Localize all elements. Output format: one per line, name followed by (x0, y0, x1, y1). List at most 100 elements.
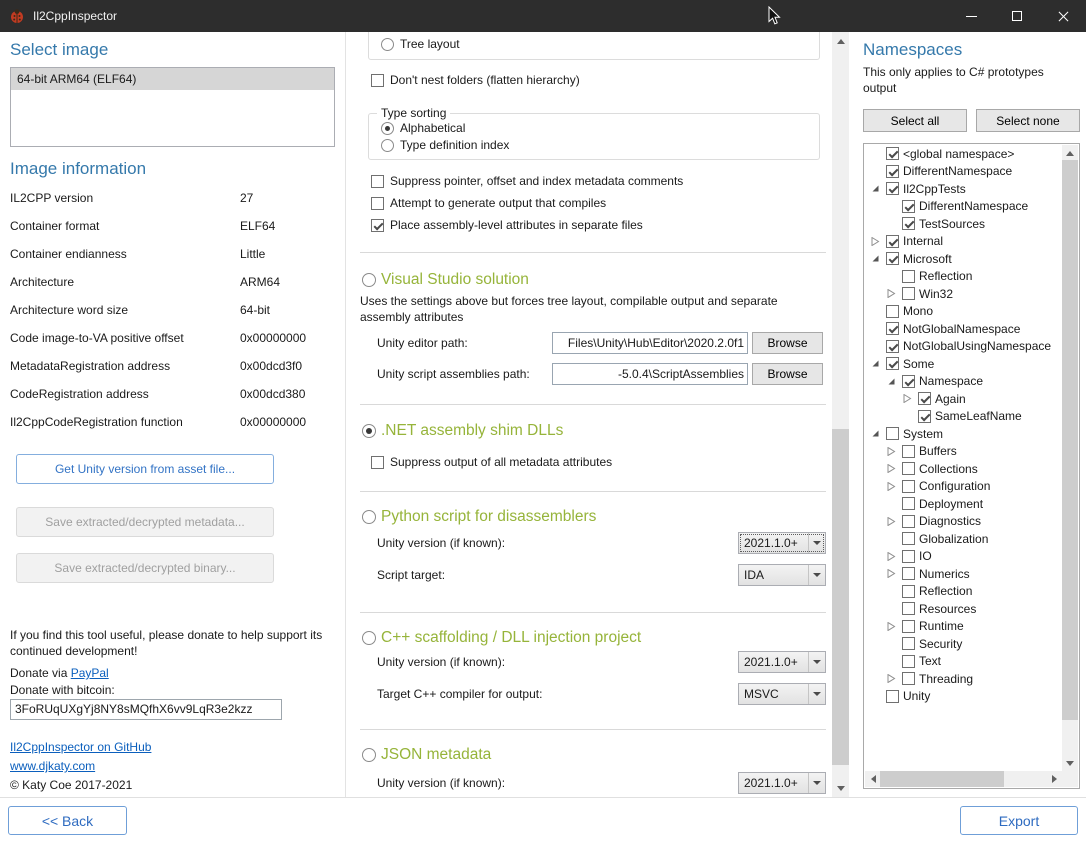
browse-editor-path-button[interactable]: Browse (752, 332, 823, 354)
json-metadata-heading[interactable]: JSON metadata (381, 746, 491, 764)
close-button[interactable] (1040, 0, 1086, 32)
tree-item[interactable]: Threading (865, 670, 1062, 688)
script-target-select[interactable]: IDA (738, 564, 826, 586)
namespace-checkbox[interactable] (902, 672, 915, 685)
scroll-down-icon[interactable] (1062, 756, 1078, 771)
namespace-checkbox[interactable] (918, 410, 931, 423)
scrollbar-track[interactable] (1062, 160, 1078, 756)
dotnet-shim-radio[interactable] (362, 424, 376, 438)
namespace-checkbox[interactable] (902, 567, 915, 580)
tree-item[interactable]: Deployment (865, 495, 1062, 513)
scrollbar-thumb[interactable] (880, 771, 1004, 787)
scrollbar-track[interactable] (880, 771, 1047, 787)
tree-expander-collapsed-icon[interactable] (887, 551, 902, 561)
tree-item[interactable]: Microsoft (865, 250, 1062, 268)
image-listbox[interactable]: 64-bit ARM64 (ELF64) (10, 67, 335, 147)
namespace-checkbox[interactable] (902, 375, 915, 388)
tree-expander-expanded-icon[interactable] (871, 184, 886, 194)
tree-item[interactable]: IO (865, 548, 1062, 566)
namespace-checkbox[interactable] (886, 147, 899, 160)
namespace-checkbox[interactable] (886, 322, 899, 335)
tree-item[interactable]: Win32 (865, 285, 1062, 303)
namespace-checkbox[interactable] (886, 305, 899, 318)
image-list-item[interactable]: 64-bit ARM64 (ELF64) (11, 68, 334, 90)
scroll-up-icon[interactable] (832, 32, 849, 49)
type-definition-index-radio[interactable] (381, 139, 394, 152)
unity-script-assemblies-path-input[interactable]: -5.0.4\ScriptAssemblies (552, 363, 748, 385)
tree-item[interactable]: Collections (865, 460, 1062, 478)
tree-expander-collapsed-icon[interactable] (887, 621, 902, 631)
tree-item[interactable]: Buffers (865, 443, 1062, 461)
tree-item[interactable]: Numerics (865, 565, 1062, 583)
tree-item[interactable]: Unity (865, 688, 1062, 706)
namespace-checkbox[interactable] (886, 182, 899, 195)
tree-item[interactable]: NotGlobalNamespace (865, 320, 1062, 338)
cpp-compiler-select[interactable]: MSVC (738, 683, 826, 705)
scroll-left-icon[interactable] (865, 771, 880, 786)
tree-expander-collapsed-icon[interactable] (887, 289, 902, 299)
export-button[interactable]: Export (960, 806, 1078, 835)
namespace-checkbox[interactable] (902, 620, 915, 633)
option-checkbox[interactable] (371, 197, 384, 210)
tree-item[interactable]: Globalization (865, 530, 1062, 548)
tree-item[interactable]: Reflection (865, 583, 1062, 601)
tree-item[interactable]: System (865, 425, 1062, 443)
save-metadata-button[interactable]: Save extracted/decrypted metadata... (16, 507, 274, 537)
namespace-checkbox[interactable] (886, 357, 899, 370)
visual-studio-radio[interactable] (362, 273, 376, 287)
namespace-checkbox[interactable] (886, 690, 899, 703)
tree-expander-collapsed-icon[interactable] (887, 569, 902, 579)
namespace-checkbox[interactable] (902, 462, 915, 475)
python-unity-version-select[interactable]: 2021.1.0+ (738, 532, 826, 554)
namespace-checkbox[interactable] (886, 252, 899, 265)
namespace-checkbox[interactable] (902, 445, 915, 458)
tree-expander-expanded-icon[interactable] (871, 254, 886, 264)
tree-expander-collapsed-icon[interactable] (903, 394, 918, 404)
tree-item[interactable]: DifferentNamespace (865, 198, 1062, 216)
unity-editor-path-input[interactable]: Files\Unity\Hub\Editor\2020.2.0f1 (552, 332, 748, 354)
tree-item[interactable]: Configuration (865, 478, 1062, 496)
tree-expander-collapsed-icon[interactable] (871, 236, 886, 246)
namespace-checkbox[interactable] (902, 655, 915, 668)
scroll-right-icon[interactable] (1047, 771, 1062, 786)
tree-item[interactable]: Resources (865, 600, 1062, 618)
namespace-checkbox[interactable] (902, 602, 915, 615)
namespace-checkbox[interactable] (902, 217, 915, 230)
namespace-checkbox[interactable] (886, 340, 899, 353)
python-script-heading[interactable]: Python script for disassemblers (381, 508, 596, 526)
tree-layout-radio[interactable] (381, 38, 394, 51)
tree-expander-expanded-icon[interactable] (887, 376, 902, 386)
tree-expander-collapsed-icon[interactable] (887, 481, 902, 491)
tree-item[interactable]: SameLeafName (865, 408, 1062, 426)
namespace-checkbox[interactable] (918, 392, 931, 405)
tree-item[interactable]: Mono (865, 303, 1062, 321)
namespace-checkbox[interactable] (886, 235, 899, 248)
maximize-button[interactable] (994, 0, 1040, 32)
namespace-checkbox[interactable] (902, 480, 915, 493)
tree-vertical-scrollbar[interactable] (1062, 145, 1078, 771)
scrollbar-track[interactable] (832, 49, 849, 780)
titlebar[interactable]: Il2CppInspector (0, 0, 1086, 32)
tree-item[interactable]: Some (865, 355, 1062, 373)
cpp-scaffolding-heading[interactable]: C++ scaffolding / DLL injection project (381, 629, 641, 647)
save-binary-button[interactable]: Save extracted/decrypted binary... (16, 553, 274, 583)
website-link[interactable]: www.djkaty.com (10, 759, 95, 773)
namespace-checkbox[interactable] (902, 637, 915, 650)
flatten-hierarchy-checkbox[interactable] (371, 74, 384, 87)
namespace-checkbox[interactable] (902, 497, 915, 510)
cpp-scaffolding-radio[interactable] (362, 631, 376, 645)
namespace-checkbox[interactable] (886, 427, 899, 440)
namespace-checkbox[interactable] (902, 270, 915, 283)
python-script-radio[interactable] (362, 510, 376, 524)
github-link[interactable]: Il2CppInspector on GitHub (10, 740, 151, 754)
scroll-down-icon[interactable] (832, 780, 849, 797)
dotnet-shim-heading[interactable]: .NET assembly shim DLLs (381, 422, 563, 440)
center-scrollbar[interactable] (832, 32, 849, 797)
namespace-checkbox[interactable] (902, 200, 915, 213)
namespace-checkbox[interactable] (886, 165, 899, 178)
scroll-up-icon[interactable] (1062, 145, 1078, 160)
option-checkbox[interactable] (371, 219, 384, 232)
json-metadata-radio[interactable] (362, 748, 376, 762)
tree-expander-expanded-icon[interactable] (871, 359, 886, 369)
tree-expander-collapsed-icon[interactable] (887, 516, 902, 526)
